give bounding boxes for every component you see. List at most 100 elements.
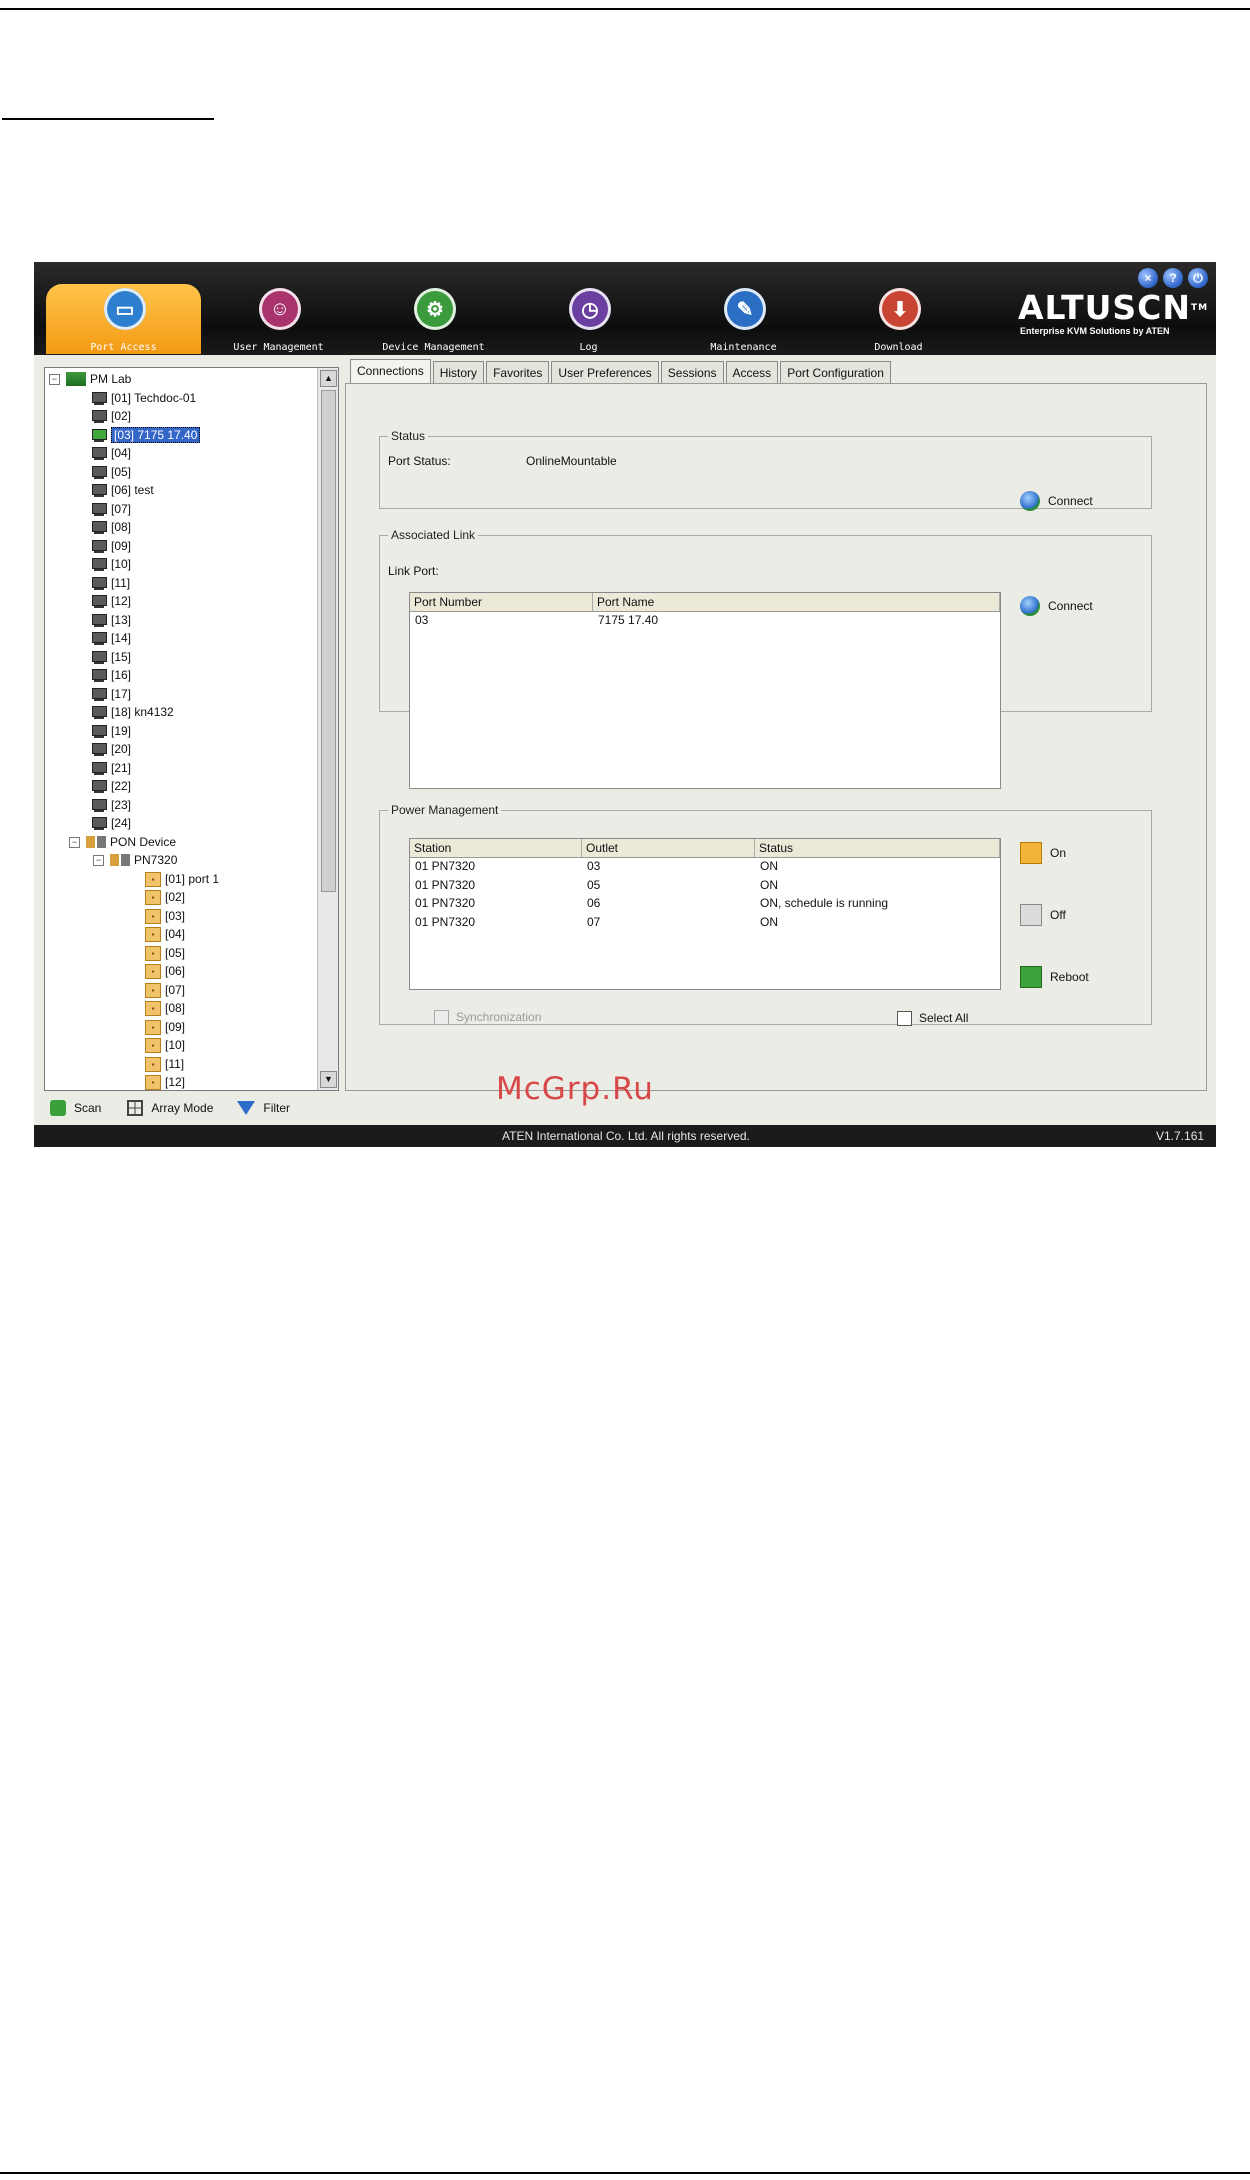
tab-port-configuration[interactable]: Port Configuration bbox=[780, 361, 891, 384]
outlet-number-cell[interactable]: 05 bbox=[587, 878, 600, 892]
tree-outlet-item[interactable]: ▪ [03] bbox=[145, 907, 185, 925]
scroll-down-icon[interactable]: ▼ bbox=[320, 1071, 337, 1088]
tree-outlet-item[interactable]: ▪ [06] bbox=[145, 962, 185, 980]
nav-maintenance[interactable]: ✎ Maintenance bbox=[666, 284, 821, 354]
tree-port-item[interactable]: [23] bbox=[91, 796, 131, 814]
tree-outlet-item[interactable]: ▪ [01] port 1 bbox=[145, 870, 219, 888]
tree-port-item[interactable]: [21] bbox=[91, 759, 131, 777]
tree-outlet-item[interactable]: ▪ [04] bbox=[145, 925, 185, 943]
tree-outlet-item[interactable]: ▪ [08] bbox=[145, 999, 185, 1017]
tree-port-item[interactable]: [14] bbox=[91, 629, 131, 647]
outlet-status-cell[interactable]: ON bbox=[760, 915, 778, 929]
collapse-icon[interactable]: − bbox=[49, 373, 60, 385]
tree-port-label: [13] bbox=[111, 613, 132, 627]
tree-port-item[interactable]: [20] bbox=[91, 740, 131, 758]
nav-download[interactable]: ⬇ Download bbox=[821, 284, 976, 354]
status-connect-button[interactable]: Connect bbox=[1020, 491, 1093, 511]
outlet-status-cell[interactable]: ON bbox=[760, 878, 778, 892]
tree-port-item[interactable]: [01] Techdoc-01 bbox=[91, 389, 196, 407]
tree-port-item[interactable]: [04] bbox=[91, 444, 131, 462]
tree-port-label: [12] bbox=[111, 594, 132, 608]
scan-button[interactable]: Scan bbox=[50, 1100, 101, 1116]
link-port-name-cell[interactable]: 7175 17.40 bbox=[598, 613, 658, 627]
nav-user-management[interactable]: ☺ User Management bbox=[201, 284, 356, 354]
nav-device-management[interactable]: ⚙ Device Management bbox=[356, 284, 511, 354]
array-mode-button[interactable]: Array Mode bbox=[127, 1100, 213, 1116]
tree-port-item[interactable]: [10] bbox=[91, 555, 131, 573]
power-on-button[interactable]: On bbox=[1020, 842, 1066, 864]
tree-port-item[interactable]: [15] bbox=[91, 648, 131, 666]
tab-history[interactable]: History bbox=[432, 361, 485, 384]
close-icon[interactable]: × bbox=[1138, 268, 1158, 288]
tree-port-item[interactable]: [05] bbox=[91, 463, 131, 481]
tree-port-label: [10] bbox=[111, 557, 132, 571]
connections-panel: Status Port Status: OnlineMountable Conn… bbox=[345, 383, 1207, 1091]
logout-icon[interactable]: ⏻ bbox=[1188, 268, 1208, 288]
outlet-status-cell[interactable]: ON, schedule is running bbox=[760, 896, 888, 910]
reboot-button[interactable]: Reboot bbox=[1020, 966, 1089, 988]
tree-outlet-item[interactable]: ▪ [12] bbox=[145, 1073, 185, 1090]
scroll-up-icon[interactable]: ▲ bbox=[320, 370, 337, 387]
outlet-station-cell[interactable]: 01 PN7320 bbox=[415, 859, 475, 873]
tab-sessions[interactable]: Sessions bbox=[660, 361, 724, 384]
tree-outlet-item[interactable]: ▪ [09] bbox=[145, 1018, 185, 1036]
tree-port-item[interactable]: [09] bbox=[91, 537, 131, 555]
tree-port-item[interactable]: [13] bbox=[91, 611, 131, 629]
tree-port-label: [05] bbox=[111, 465, 132, 479]
tree-port-item[interactable]: [19] bbox=[91, 722, 131, 740]
scroll-thumb[interactable] bbox=[321, 390, 336, 892]
tree-port-item[interactable]: [16] bbox=[91, 666, 131, 684]
tree-port-item[interactable]: [22] bbox=[91, 777, 131, 795]
link-port-list[interactable]: Port Number Port Name 03 7175 17.40 bbox=[409, 592, 1001, 789]
tree-port-item[interactable]: [18] kn4132 bbox=[91, 703, 174, 721]
nav-log[interactable]: ◷ Log bbox=[511, 284, 666, 354]
tree-port-item[interactable]: [06] test bbox=[91, 481, 154, 499]
outlet-number-cell[interactable]: 07 bbox=[587, 915, 600, 929]
synchronization-checkbox[interactable] bbox=[434, 1010, 449, 1025]
tree-port-item[interactable]: [02] bbox=[91, 407, 131, 425]
outlet-station-cell[interactable]: 01 PN7320 bbox=[415, 915, 475, 929]
outlet-number-cell[interactable]: 03 bbox=[587, 859, 600, 873]
power-off-button[interactable]: Off bbox=[1020, 904, 1066, 926]
column-header-outlet[interactable]: Outlet bbox=[582, 839, 755, 857]
help-icon[interactable]: ? bbox=[1163, 268, 1183, 288]
column-header-station[interactable]: Station bbox=[410, 839, 582, 857]
tab-connections[interactable]: Connections bbox=[350, 359, 431, 384]
column-header-status[interactable]: Status bbox=[755, 839, 1000, 857]
column-header-port-number[interactable]: Port Number bbox=[410, 593, 593, 611]
link-connect-button[interactable]: Connect bbox=[1020, 596, 1093, 616]
tab-user-preferences[interactable]: User Preferences bbox=[551, 361, 659, 384]
tree-port-item[interactable]: [07] bbox=[91, 500, 131, 518]
tree-port-item[interactable]: [03] 7175 17.40 bbox=[91, 426, 201, 444]
collapse-icon[interactable]: − bbox=[69, 836, 80, 848]
column-header-port-name[interactable]: Port Name bbox=[593, 593, 1000, 611]
tree-port-item[interactable]: [11] bbox=[91, 574, 130, 592]
tree-port-item[interactable]: [17] bbox=[91, 685, 131, 703]
outlet-station-cell[interactable]: 01 PN7320 bbox=[415, 878, 475, 892]
tree-root[interactable]: − PM Lab bbox=[49, 370, 131, 388]
collapse-icon[interactable]: − bbox=[93, 854, 104, 866]
outlet-list[interactable]: Station Outlet Status 01 PN7320 03 ON 01 PN… bbox=[409, 838, 1001, 990]
outlet-station-cell[interactable]: 01 PN7320 bbox=[415, 896, 475, 910]
tree-outlet-item[interactable]: ▪ [11] bbox=[145, 1055, 184, 1073]
tree-outlet-item[interactable]: ▪ [07] bbox=[145, 981, 185, 999]
tree-scrollbar[interactable]: ▲ ▼ bbox=[317, 368, 338, 1090]
tab-access[interactable]: Access bbox=[725, 361, 779, 384]
tree-pdu[interactable]: − PN7320 bbox=[93, 851, 177, 869]
filter-button[interactable]: Filter bbox=[237, 1101, 290, 1115]
select-all-checkbox[interactable] bbox=[897, 1011, 912, 1026]
tree-outlet-item[interactable]: ▪ [02] bbox=[145, 888, 185, 906]
outlet-status-cell[interactable]: ON bbox=[760, 859, 778, 873]
outlet-number-cell[interactable]: 06 bbox=[587, 896, 600, 910]
tree-outlet-item[interactable]: ▪ [10] bbox=[145, 1036, 185, 1054]
heading-underline bbox=[2, 118, 214, 120]
tree-outlet-item[interactable]: ▪ [05] bbox=[145, 944, 185, 962]
scan-icon bbox=[50, 1100, 66, 1116]
tab-favorites[interactable]: Favorites bbox=[486, 361, 550, 384]
tree-port-item[interactable]: [08] bbox=[91, 518, 131, 536]
tree-pdu-group[interactable]: − PON Device bbox=[69, 833, 176, 851]
tree-port-item[interactable]: [24] bbox=[91, 814, 131, 832]
tree-port-item[interactable]: [12] bbox=[91, 592, 131, 610]
nav-port-access[interactable]: ▭ Port Access bbox=[46, 284, 201, 354]
link-port-number-cell[interactable]: 03 bbox=[415, 613, 428, 627]
